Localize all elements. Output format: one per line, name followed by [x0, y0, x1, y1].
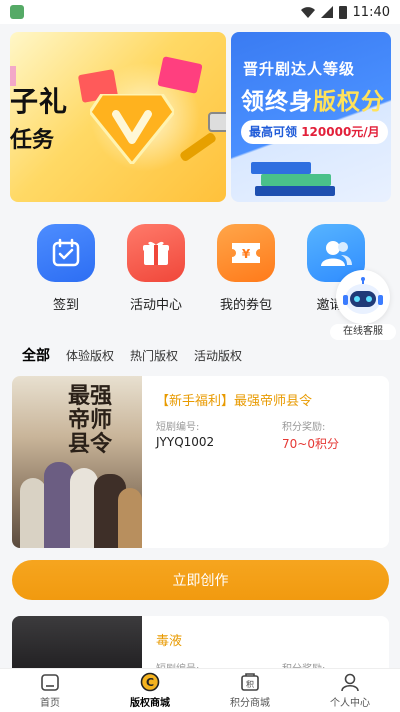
quick-menu-checkin[interactable]: 签到 — [26, 224, 106, 313]
drama-points-value: 70~0积分 — [282, 437, 339, 451]
drama-title: 毒液 — [156, 634, 183, 649]
signal-icon — [320, 6, 333, 18]
quick-menu-label: 我的券包 — [219, 298, 272, 313]
bottom-nav: 首页 C 版权商城 积 积分商城 个人中心 — [0, 668, 400, 712]
calendar-check-icon — [37, 224, 95, 282]
category-tabs: 全部 体验版权 热门版权 活动版权 — [22, 345, 242, 365]
wifi-icon — [300, 6, 315, 18]
gift-icon — [127, 224, 185, 282]
banner-right-reward-pill: 最高可领 120000元/月 — [241, 120, 388, 144]
tab-trial-copyright[interactable]: 体验版权 — [66, 347, 114, 364]
status-bar: 11:40 — [0, 0, 400, 24]
book-icon — [261, 174, 331, 186]
drama-code-value: JYYQ1002 — [156, 435, 215, 449]
poster-figure — [118, 488, 142, 548]
create-now-button[interactable]: 立即创作 — [12, 560, 389, 600]
banner-task-gift[interactable]: 子礼 任务 — [10, 32, 226, 202]
status-time: 11:40 — [352, 4, 390, 20]
robot-icon — [336, 270, 390, 324]
nav-points-mall[interactable]: 积 积分商城 — [200, 669, 300, 712]
online-service-label: 在线客服 — [330, 324, 396, 340]
poster-title: 最强 帝师 县令 — [68, 383, 113, 457]
drama-poster: 最强 帝师 县令 — [12, 376, 142, 548]
banner-carousel[interactable]: 子礼 任务 晋升剧达人等级 领终身版权分 最高可领 120000元/月 — [0, 32, 400, 204]
quick-menu-label: 活动中心 — [129, 298, 182, 313]
banner-left-subtitle: 任务 — [10, 128, 55, 153]
quick-menu-activity-center[interactable]: 活动中心 — [116, 224, 196, 313]
banner-left-title: 子礼 — [10, 85, 69, 118]
drama-poster — [12, 616, 142, 676]
banner-right-line1: 晋升剧达人等级 — [243, 60, 356, 78]
nav-label: 版权商城 — [130, 698, 170, 709]
book-icon — [255, 186, 335, 196]
copyright-icon: C — [140, 672, 160, 692]
svg-text:¥: ¥ — [242, 247, 251, 261]
drama-card[interactable]: 毒液 短剧编号: 积分奖励: — [12, 616, 389, 676]
drama-title: 【新手福利】最强帝师县令 — [156, 394, 313, 409]
banner-right-line3-prefix: 最高可领 — [249, 125, 298, 139]
online-service-button[interactable]: 在线客服 — [330, 270, 396, 344]
poster-figure — [20, 478, 46, 548]
banner-right-line2-prefix: 领终身 — [241, 89, 313, 115]
banner-right-amount: 120000元/月 — [301, 125, 380, 139]
coupon-icon: ¥ — [217, 224, 275, 282]
drama-points-label: 积分奖励: — [282, 422, 326, 433]
tab-event-copyright[interactable]: 活动版权 — [194, 347, 242, 364]
banner-right-line2-highlight: 版权分 — [313, 89, 385, 115]
user-icon — [341, 673, 359, 692]
book-icon — [251, 162, 311, 174]
camera-icon — [208, 112, 226, 132]
tab-all[interactable]: 全部 — [22, 345, 50, 365]
tab-hot-copyright[interactable]: 热门版权 — [130, 347, 178, 364]
nav-home[interactable]: 首页 — [0, 669, 100, 712]
svg-text:积: 积 — [246, 679, 254, 689]
svg-text:C: C — [146, 676, 154, 689]
nav-label: 首页 — [40, 698, 60, 709]
nav-personal-center[interactable]: 个人中心 — [300, 669, 400, 712]
quick-menu-my-coupons[interactable]: ¥ 我的券包 — [206, 224, 286, 313]
nav-label: 积分商城 — [230, 698, 270, 709]
status-right: 11:40 — [300, 4, 390, 20]
quick-menu-label: 签到 — [52, 298, 79, 313]
nav-copyright-mall[interactable]: C 版权商城 — [100, 669, 200, 712]
battery-icon — [338, 5, 347, 19]
banner-drama-level[interactable]: 晋升剧达人等级 领终身版权分 最高可领 120000元/月 — [231, 32, 391, 202]
banner-right-line2: 领终身版权分 — [241, 82, 385, 116]
drama-code-label: 短剧编号: — [156, 422, 200, 433]
home-icon — [41, 674, 59, 691]
diamond-v-icon — [90, 94, 174, 164]
points-shop-icon: 积 — [241, 673, 259, 691]
drama-card[interactable]: 最强 帝师 县令 【新手福利】最强帝师县令 短剧编号: 积分奖励: JYYQ1002… — [12, 376, 389, 548]
nav-label: 个人中心 — [330, 698, 370, 709]
app-notification-icon — [10, 5, 24, 19]
